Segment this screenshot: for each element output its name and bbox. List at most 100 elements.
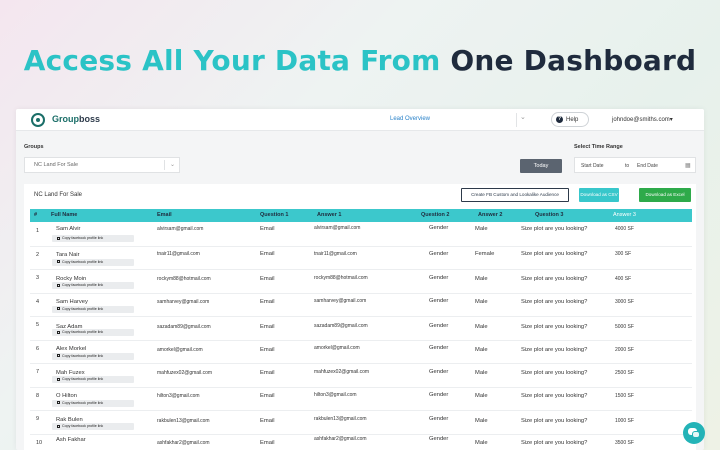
copy-profile-link-button[interactable]: Copy facebook profile link: [52, 399, 134, 407]
table-row[interactable]: 9 Rak Bulen rakbulen13@gmail.com Email rakbu…: [30, 411, 692, 435]
nav-chevron-down-icon[interactable]: ⌄: [520, 113, 526, 121]
answer-1-cell: rockym88@hotmail.com: [314, 275, 368, 281]
select-divider: [164, 160, 165, 170]
today-button[interactable]: Today: [520, 159, 562, 173]
table-row[interactable]: 10 Ash Fakhar ashfakhar2@gmail.com Email ash…: [30, 435, 692, 450]
question-3-cell: Size plot are you looking?: [521, 392, 588, 399]
page-headline: Access All Your Data From One Dashboard: [0, 44, 720, 77]
answer-2-cell: Male: [475, 226, 488, 232]
row-number: 10: [36, 439, 43, 446]
full-name-cell: Ash Fakhar: [56, 436, 86, 443]
answer-2-cell: Male: [475, 324, 488, 330]
table-row[interactable]: 6 Alex Morkel amorkel@gmail.com Email amorke…: [30, 341, 692, 364]
question-3-cell: Size plot are you looking?: [521, 276, 588, 282]
question-2-cell: Gender: [429, 297, 449, 304]
help-button[interactable]: ? Help: [551, 112, 589, 127]
answer-1-cell: sazadam89@gmail.com: [314, 323, 368, 329]
top-bar: Groupboss Lead Overview ⌄ ? Help johndoe…: [16, 109, 704, 131]
email-cell: mahfuzex02@gmail.com: [157, 370, 213, 376]
copy-profile-link-button[interactable]: Copy facebook profile link: [52, 258, 134, 266]
full-name-cell: O Hilton: [56, 392, 77, 399]
table-row[interactable]: 8 O Hilton hilton3@gmail.com Email hilton3@g…: [30, 388, 692, 411]
email-cell: ashfakhar2@gmail.com: [157, 439, 210, 446]
nav-lead-overview[interactable]: Lead Overview: [390, 116, 430, 122]
answer-3-cell: 4000 SF: [615, 226, 634, 232]
copy-profile-link-button[interactable]: Copy facebook profile link: [52, 423, 134, 430]
table-row[interactable]: 2 Tara Nair tnair11@gmail.com Email tnair11@…: [30, 247, 692, 270]
chat-bubble-front: [692, 431, 700, 438]
question-1-cell: Email: [260, 324, 275, 330]
date-range-picker[interactable]: Start Date to End Date ▦: [574, 157, 696, 173]
question-2-cell: Gender: [429, 275, 449, 281]
brand-part-1: Group: [52, 114, 79, 124]
calendar-icon[interactable]: ▦: [685, 162, 691, 169]
question-3-cell: Size plot are you looking?: [521, 439, 588, 446]
answer-2-cell: Male: [475, 298, 488, 305]
question-2-cell: Gender: [429, 391, 449, 398]
answer-3-cell: 3500 SF: [615, 439, 634, 446]
copy-label: Copy facebook profile link: [62, 306, 104, 311]
copy-profile-link-button[interactable]: Copy facebook profile link: [52, 329, 134, 336]
user-email: johndoe@smiths.com: [612, 117, 670, 123]
copy-icon: [57, 236, 60, 240]
copy-profile-link-button[interactable]: Copy facebook profile link: [52, 376, 134, 383]
copy-label: Copy facebook profile link: [62, 353, 104, 358]
question-1-cell: Email: [260, 226, 275, 232]
groups-label: Groups: [24, 144, 44, 150]
copy-icon: [57, 401, 60, 405]
start-date-field[interactable]: Start Date: [581, 163, 604, 169]
answer-3-cell: 2000 SF: [615, 346, 634, 353]
table-row[interactable]: 7 Mah Fuzex mahfuzex02@gmail.com Email mahfu…: [30, 364, 692, 388]
brand-part-2: boss: [79, 114, 101, 124]
brand-name[interactable]: Groupboss: [52, 114, 100, 124]
answer-3-cell: 3000 SF: [615, 298, 634, 305]
copy-icon: [57, 307, 60, 311]
help-label: Help: [566, 116, 579, 123]
panel-group-name: NC Land For Sale: [34, 192, 83, 198]
copy-profile-link-button[interactable]: Copy facebook profile link: [52, 305, 134, 313]
full-name-cell: Sam Harvey: [56, 298, 88, 305]
email-cell: amorkel@gmail.com: [157, 346, 203, 353]
user-menu[interactable]: johndoe@smiths.com▾: [612, 116, 673, 123]
end-date-field[interactable]: End Date: [637, 163, 658, 169]
answer-3-cell: 400 SF: [615, 276, 632, 282]
question-3-cell: Size plot are you looking?: [521, 370, 588, 376]
question-3-cell: Size plot are you looking?: [521, 346, 588, 353]
answer-2-cell: Male: [475, 418, 488, 424]
row-number: 3: [36, 275, 40, 281]
group-select[interactable]: NC Land For Sale ⌄: [24, 157, 180, 173]
groupboss-logo-icon[interactable]: [31, 113, 45, 127]
user-menu-chevron-icon: ▾: [669, 117, 673, 123]
header-full-name: Full Name: [51, 212, 78, 218]
create-audience-button[interactable]: Create FB Custom and Lookalike Audience: [461, 188, 569, 202]
answer-2-cell: Male: [475, 392, 488, 399]
copy-profile-link-button[interactable]: Copy facebook profile link: [52, 352, 134, 360]
chat-widget-icon[interactable]: [683, 422, 705, 444]
nav-divider: [516, 113, 517, 127]
header-question-1: Question 1: [260, 212, 289, 218]
answer-1-cell: rakbulen13@gmail.com: [314, 416, 367, 422]
time-range-label: Select Time Range: [574, 144, 623, 150]
download-csv-button[interactable]: Download as CSV: [579, 188, 619, 202]
copy-profile-link-button[interactable]: Copy facebook profile link: [52, 235, 134, 242]
header-answer-1: Answer 1: [317, 212, 342, 218]
table-row[interactable]: 3 Rocky Moin rockym88@hotmail.com Email rock…: [30, 270, 692, 294]
full-name-cell: Alex Morkel: [56, 345, 87, 352]
headline-part-1: Access All Your Data From: [23, 44, 441, 77]
row-number: 6: [36, 345, 40, 352]
answer-3-cell: 300 SF: [615, 250, 632, 257]
answer-3-cell: 1500 SF: [615, 392, 634, 399]
question-1-cell: Email: [260, 346, 275, 353]
help-icon: ?: [556, 116, 563, 123]
question-1-cell: Email: [260, 370, 275, 376]
table-row[interactable]: 1 Sam Alvir alvirsam@gmail.com Email alvirsa…: [30, 223, 692, 247]
question-2-cell: Gender: [429, 225, 449, 231]
table-row[interactable]: 4 Sam Harvey samharvey@gmail.com Email samha…: [30, 294, 692, 317]
copy-profile-link-button[interactable]: Copy facebook profile link: [52, 282, 134, 289]
table-header: # Full Name Email Question 1 Answer 1 Qu…: [30, 209, 692, 222]
table-row[interactable]: 5 Saz Adam sazadam89@gmail.com Email sazadam…: [30, 317, 692, 341]
question-2-cell: Gender: [429, 344, 449, 351]
answer-3-cell: 5000 SF: [615, 324, 634, 330]
chevron-down-icon: ⌄: [169, 162, 175, 168]
download-excel-button[interactable]: Download as Excel: [639, 188, 691, 202]
